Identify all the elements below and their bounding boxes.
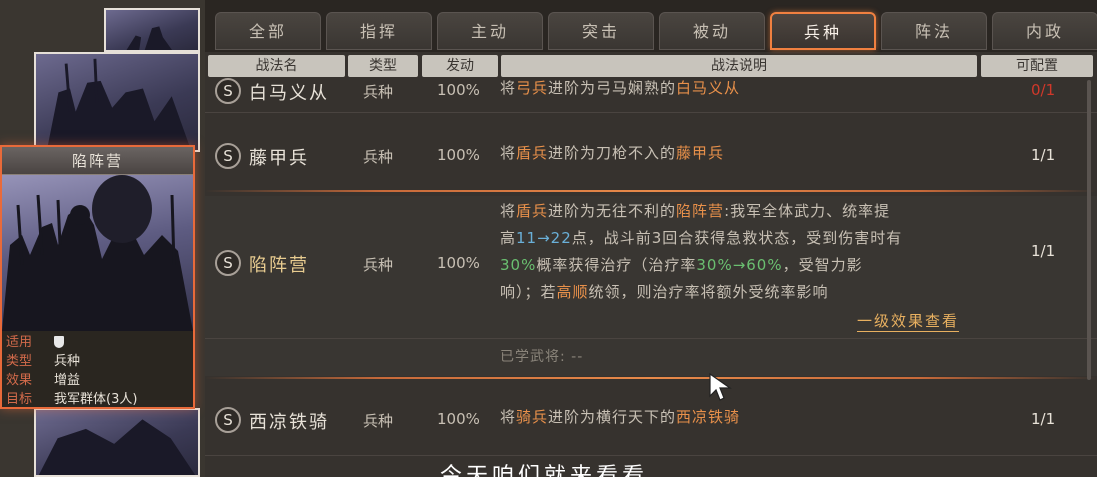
skill-grade-badge: S xyxy=(215,407,241,433)
tab-assault[interactable]: 突击 xyxy=(548,12,654,50)
info-row-target: 目标 我军群体(3人) xyxy=(6,390,189,409)
tab-active[interactable]: 主动 xyxy=(437,12,543,50)
skill-grade-badge: S xyxy=(215,250,241,276)
card-info: 适用 类型 兵种 效果 增益 目标 我军群体(3人) xyxy=(2,331,193,411)
skill-row[interactable]: S 藤甲兵 兵种 100% 将盾兵进阶为刀枪不入的藤甲兵 1/1 xyxy=(205,140,1097,174)
skill-description: 将盾兵进阶为刀枪不入的藤甲兵 xyxy=(500,144,725,162)
skill-description: 将弓兵进阶为弓马娴熟的白马义从 xyxy=(500,79,741,97)
config-count: 0/1 xyxy=(1031,81,1056,99)
selection-border-bottom xyxy=(205,377,1097,379)
skill-name: 陷阵营 xyxy=(249,255,309,276)
tab-passive[interactable]: 被动 xyxy=(659,12,765,50)
selection-border-top xyxy=(205,190,1097,192)
skill-rate: 100% xyxy=(437,146,480,164)
skill-type: 兵种 xyxy=(363,412,394,430)
skill-name: 藤甲兵 xyxy=(249,148,309,169)
tab-formation[interactable]: 阵法 xyxy=(881,12,987,50)
info-value: 我军群体(3人) xyxy=(54,392,138,407)
scrollbar[interactable] xyxy=(1087,80,1091,380)
info-key: 目标 xyxy=(6,392,33,407)
skill-name: 白马义从 xyxy=(249,83,329,104)
skill-row-expanded[interactable]: S 陷阵营 兵种 100% 将盾兵进阶为无往不利的陷阵营:我军全体武力、统率提 … xyxy=(205,196,1097,376)
skill-rate: 100% xyxy=(437,254,480,272)
skill-grade-badge: S xyxy=(215,78,241,104)
tab-bar: 全部 指挥 主动 突击 被动 兵种 阵法 内政 xyxy=(205,0,1097,52)
skill-grade-badge: S xyxy=(215,143,241,169)
card-title: 陷阵营 xyxy=(2,147,193,175)
card-thumbnail[interactable] xyxy=(104,8,200,52)
selected-skill-card[interactable]: 陷阵营 适用 类型 兵种 效果 增益 目标 我军群体(3人) xyxy=(0,145,195,409)
card-stack: 陷阵营 适用 类型 兵种 效果 增益 目标 我军群体(3人) xyxy=(0,0,205,477)
mouse-cursor-icon xyxy=(709,372,732,401)
config-count: 1/1 xyxy=(1031,146,1056,164)
column-header-config[interactable]: 可配置 xyxy=(981,55,1093,77)
info-value: 兵种 xyxy=(54,354,81,369)
skill-rate: 100% xyxy=(437,81,480,99)
tab-all[interactable]: 全部 xyxy=(215,12,321,50)
tab-internal[interactable]: 内政 xyxy=(992,12,1097,50)
skill-description: 将骑兵进阶为横行天下的西凉铁骑 xyxy=(500,408,741,426)
column-header-description: 战法说明 xyxy=(501,55,977,77)
shield-icon xyxy=(54,336,64,348)
learned-generals: 已学武将: -- xyxy=(500,349,584,365)
skill-type: 兵种 xyxy=(363,256,394,274)
card-thumbnail[interactable] xyxy=(34,408,200,477)
skill-row[interactable]: S 白马义从 兵种 100% 将弓兵进阶为弓马娴熟的白马义从 0/1 xyxy=(205,78,1097,104)
skill-description: 将盾兵进阶为无往不利的陷阵营:我军全体武力、统率提 高11→22点，战斗前3回合… xyxy=(500,202,903,301)
config-count: 1/1 xyxy=(1031,410,1056,428)
card-thumbnail[interactable] xyxy=(34,52,200,152)
skill-type: 兵种 xyxy=(363,83,394,101)
column-header-trigger[interactable]: 发动 xyxy=(422,55,498,77)
card-artwork xyxy=(2,175,193,331)
column-header-type[interactable]: 类型 xyxy=(348,55,418,77)
tab-troop[interactable]: 兵种 xyxy=(770,12,876,50)
skill-rate: 100% xyxy=(437,410,480,428)
info-row-scope: 适用 xyxy=(6,333,189,352)
column-header-name[interactable]: 战法名 xyxy=(208,55,345,77)
skill-row[interactable]: S 西凉铁骑 兵种 100% 将骑兵进阶为横行天下的西凉铁骑 1/1 xyxy=(205,404,1097,438)
skill-list-panel: 全部 指挥 主动 突击 被动 兵种 阵法 内政 战法名 类型 发动 战法说明 可… xyxy=(205,0,1097,477)
video-subtitle: 今天咱们就来看看 xyxy=(440,464,649,477)
view-level1-effect-link[interactable]: 一级效果查看 xyxy=(857,310,960,332)
info-row-effect: 效果 增益 xyxy=(6,371,189,390)
config-count: 1/1 xyxy=(1031,242,1056,260)
info-row-type: 类型 兵种 xyxy=(6,352,189,371)
info-value: 增益 xyxy=(54,373,81,388)
info-key: 适用 xyxy=(6,335,33,350)
tab-command[interactable]: 指挥 xyxy=(326,12,432,50)
skill-name: 西凉铁骑 xyxy=(249,412,329,433)
skill-type: 兵种 xyxy=(363,148,394,166)
info-key: 类型 xyxy=(6,354,33,369)
info-key: 效果 xyxy=(6,373,33,388)
